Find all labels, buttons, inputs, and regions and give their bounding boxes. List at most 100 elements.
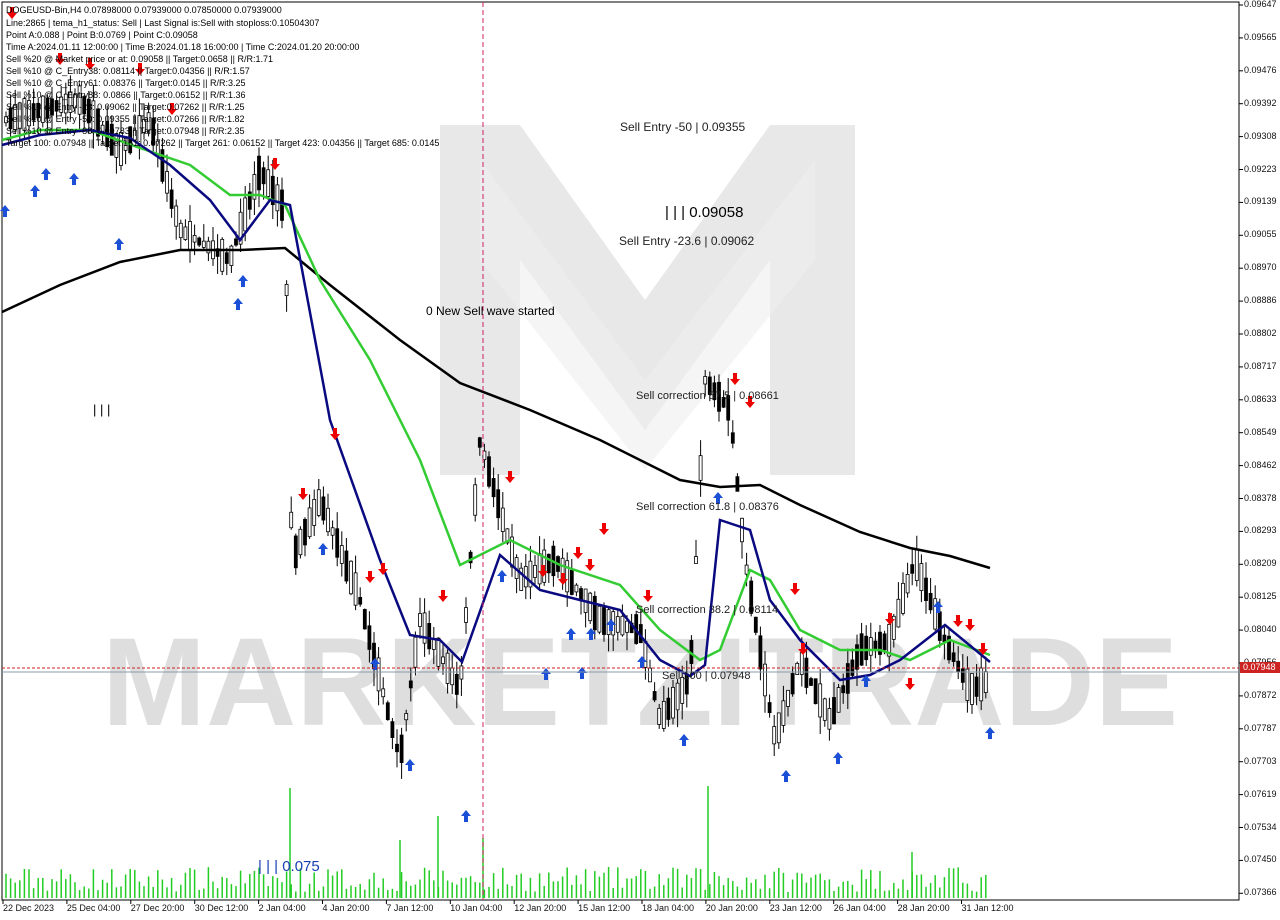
price-tick-label: 0.09392 — [1244, 97, 1277, 108]
sell-100-label: Sell 100 | 0.07948 — [662, 670, 751, 682]
time-tick-label: 27 Dec 20:00 — [130, 903, 185, 913]
candle-body — [960, 668, 965, 683]
candle-body — [790, 673, 795, 695]
candle-body — [395, 743, 399, 753]
candle-body — [974, 676, 979, 697]
candle-body — [477, 437, 482, 448]
candle-body — [592, 595, 597, 631]
candle-body — [404, 713, 409, 721]
time-tick-label: 31 Jan 12:00 — [961, 903, 1014, 913]
chart-window[interactable]: MARKETZITRADE DOGEUSD-Bin,H4 0.07898000 … — [0, 0, 1280, 920]
header-line-1: Line:2865 | tema_h1_status: Sell | Last … — [6, 18, 320, 28]
time-tick-label: 18 Jan 04:00 — [642, 903, 695, 913]
candle-body — [740, 517, 744, 543]
candle-body — [362, 609, 367, 630]
candle-body — [730, 432, 735, 444]
time-tick-label: 10 Jan 04:00 — [450, 903, 503, 913]
candle-body — [652, 691, 657, 701]
candle-body — [832, 697, 836, 725]
header-line-2: Point A:0.088 | Point B:0.0769 | Point C… — [6, 30, 198, 40]
candle-body — [643, 640, 648, 668]
candle-body — [284, 283, 289, 297]
header-line-7: Sell %10 @ C_Entry88: 0.0866 || Target:0… — [6, 90, 246, 100]
candle-body — [615, 616, 620, 633]
candle-body — [703, 376, 708, 385]
candle-body — [763, 663, 767, 697]
header-line-9: Sell %10 @ Entry -50: 0.09355 || Target:… — [6, 114, 245, 124]
candle-body — [956, 660, 961, 673]
candle-body — [298, 528, 303, 556]
candle-body — [330, 527, 335, 536]
candle-body — [661, 701, 666, 729]
candle-body — [473, 484, 478, 516]
candle-body — [169, 189, 174, 209]
candle-body — [537, 553, 542, 585]
candle-body — [841, 685, 846, 694]
candle-body — [758, 635, 763, 670]
candle-body — [220, 238, 225, 272]
candle-body — [786, 689, 790, 707]
price-tick-label: 0.07787 — [1244, 722, 1277, 733]
header-line-8: Sell %10 @ Entry -23: 0.09062 || Target:… — [6, 102, 245, 112]
header-line-4: Sell %20 @ Market price or at: 0.09058 |… — [6, 54, 273, 64]
candle-body — [316, 489, 321, 516]
time-tick-label: 26 Jan 04:00 — [833, 903, 886, 913]
time-tick-label: 12 Jan 20:00 — [514, 903, 567, 913]
candle-body — [275, 184, 280, 212]
candle-body — [165, 171, 169, 194]
candle-body — [910, 564, 915, 574]
candle-body — [868, 637, 873, 656]
price-tick-label: 0.09223 — [1244, 163, 1277, 174]
price-tick-label: 0.08717 — [1244, 360, 1277, 371]
candle-body — [951, 652, 956, 662]
candle-body — [335, 528, 340, 558]
candle-body — [197, 237, 202, 246]
time-tick-label: 4 Jan 20:00 — [322, 903, 370, 913]
candle-body — [183, 226, 188, 240]
price-tick-label: 0.08802 — [1244, 328, 1277, 338]
time-tick-label: 7 Jan 12:00 — [386, 903, 434, 913]
candle-body — [873, 640, 878, 649]
candle-body — [261, 167, 266, 185]
candle-body — [344, 550, 349, 582]
candle-body — [983, 671, 988, 693]
candle-body — [303, 518, 307, 546]
price-tick-label: 0.09308 — [1244, 130, 1277, 141]
candle-body — [795, 662, 800, 675]
candle-body — [353, 572, 358, 606]
price-tick-label: 0.09055 — [1244, 229, 1277, 240]
candle-body — [385, 702, 390, 721]
price-tick-label: 0.08462 — [1244, 459, 1277, 470]
candle-body — [905, 574, 910, 594]
price-tick-label: 0.09647 — [1244, 0, 1277, 9]
candle-body — [818, 683, 823, 718]
price-tick-label: 0.08378 — [1244, 492, 1277, 503]
price-tick-label: 0.09565 — [1244, 31, 1277, 42]
point-a-label: | | | — [93, 402, 111, 417]
candle-body — [358, 596, 363, 605]
sell-correction-38-label: Sell correction 38.2 | 0.08114 — [636, 604, 779, 616]
price-tick-label: 0.08040 — [1244, 624, 1277, 635]
candle-body — [924, 577, 928, 601]
candle-body — [546, 553, 551, 574]
candle-body — [675, 682, 680, 711]
header-line-3: Time A:2024.01.11 12:00:00 | Time B:2024… — [6, 42, 360, 52]
current-price-label: 0.07948 — [1243, 662, 1276, 672]
new-sell-wave-label: 0 New Sell wave started — [426, 304, 555, 318]
price-tick-label: 0.09476 — [1244, 64, 1277, 75]
candle-body — [753, 616, 758, 633]
candle-body — [671, 686, 675, 719]
candle-body — [188, 221, 192, 251]
candle-body — [827, 708, 832, 730]
candle-body — [321, 496, 326, 521]
candle-body — [326, 507, 330, 533]
candle-body — [928, 592, 933, 611]
header-line-11: Target 100: 0.07948 || Target 161: 0.072… — [6, 138, 440, 148]
candle-body — [487, 456, 491, 487]
point-c-label: | | | 0.09058 — [665, 204, 744, 221]
candle-body — [822, 698, 827, 721]
time-tick-label: 20 Jan 20:00 — [705, 903, 758, 913]
sell-entry-23-label: Sell Entry -23.6 | 0.09062 — [619, 234, 755, 248]
candle-body — [201, 240, 206, 248]
candle-body — [224, 252, 229, 264]
